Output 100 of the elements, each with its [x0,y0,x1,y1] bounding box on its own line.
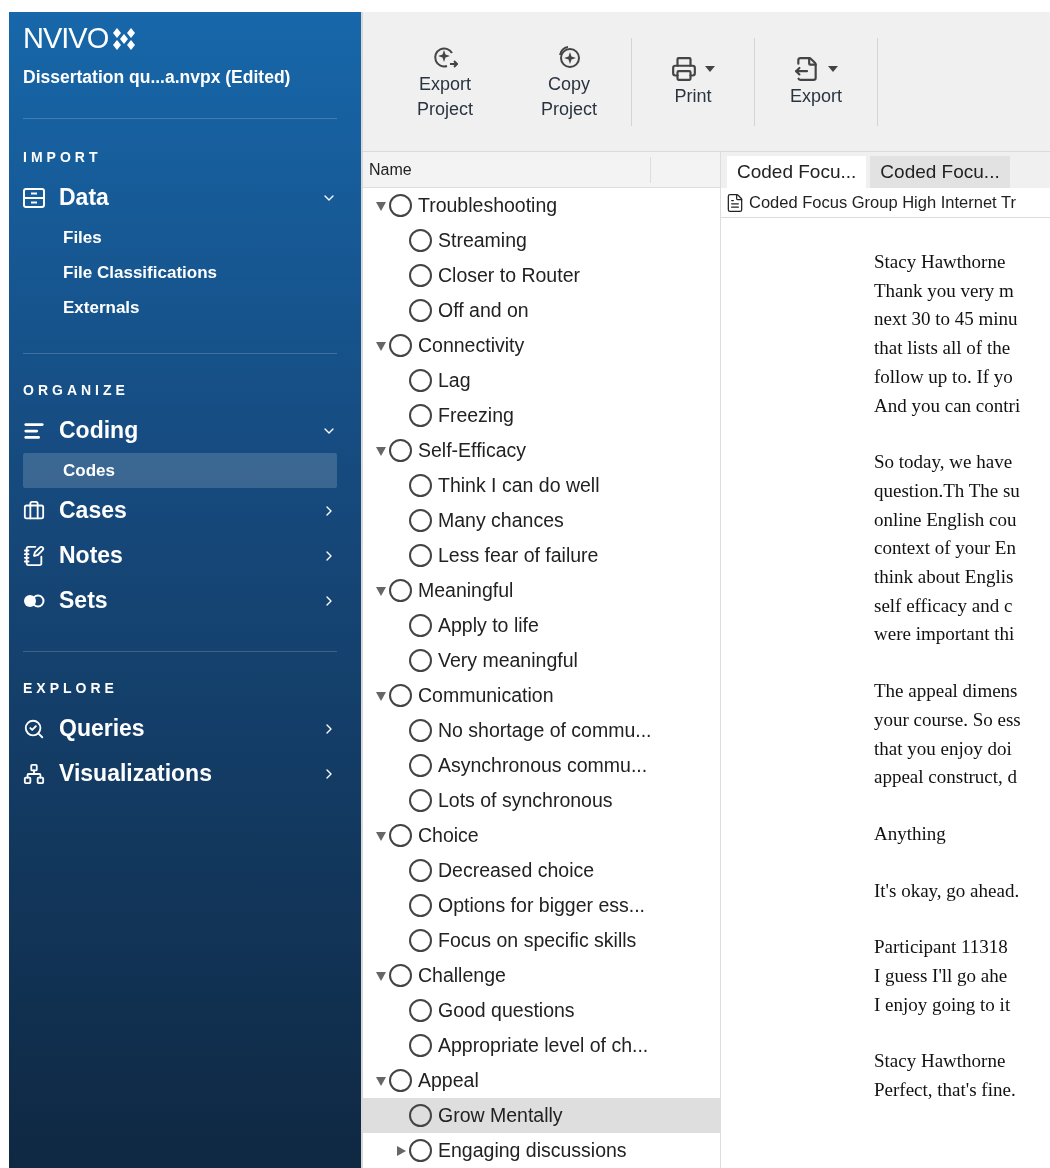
code-row[interactable]: Decreased choice [363,853,720,888]
nav-item[interactable]: Coding [23,408,337,453]
nav-subitem[interactable]: File Classifications [23,255,337,290]
transcript-paragraph: Participant 11318 I guess I'll go ahe I enjoy going to it [874,935,1012,1017]
code-row[interactable]: Options for bigger ess... [363,888,720,923]
code-row[interactable]: Apply to life [363,608,720,643]
caret-icon [828,66,838,72]
nav-subitem[interactable]: Externals [23,290,337,325]
code-name: Think I can do well [438,474,600,497]
search-icon [23,717,45,740]
toolbar-button[interactable]: Print [632,54,754,109]
expanded-triangle-icon[interactable] [375,339,387,352]
expanded-triangle-icon[interactable] [375,969,387,982]
code-name: Focus on specific skills [438,929,637,952]
nav-subitem[interactable]: Codes [23,453,337,488]
document-tab[interactable]: Coded Focu... [727,156,867,188]
code-row[interactable]: Closer to Router [363,258,720,293]
code-name: Appeal [418,1069,479,1092]
code-row[interactable]: Challenge [363,958,720,993]
drawer-icon [23,187,45,208]
code-circle-icon [409,1104,432,1127]
code-circle-icon [409,789,432,812]
code-row[interactable]: Many chances [363,503,720,538]
transcript-paragraph: So today, we have question.Th The su online English cou context of your En think about Englis self efficacy and c were important thi [874,450,1021,647]
nav-item[interactable]: Queries [23,706,337,751]
code-name: Communication [418,684,554,707]
code-circle-icon [409,404,432,427]
collapsed-triangle-icon[interactable] [395,1144,407,1157]
code-row[interactable]: Choice [363,818,720,853]
toolbar-button[interactable]: Export Project [383,41,507,122]
code-row[interactable]: Think I can do well [363,468,720,503]
code-row[interactable]: Troubleshooting [363,188,720,223]
code-circle-icon [409,999,432,1022]
network-icon [23,762,45,785]
code-row[interactable]: Appeal [363,1063,720,1098]
export-icon [794,56,820,82]
code-circle-icon [389,194,412,217]
code-row[interactable]: Freezing [363,398,720,433]
project-title: Dissertation qu...a.nvpx (Edited) [23,67,292,88]
code-name: Options for bigger ess... [438,894,646,917]
toolbar-button[interactable]: Copy Project [507,41,631,122]
briefcase-icon [23,499,45,522]
code-row[interactable]: No shortage of commu... [363,713,720,748]
code-row[interactable]: Appropriate level of ch... [363,1028,720,1063]
code-circle-icon [409,509,432,532]
code-circle-icon [409,229,432,252]
expanded-triangle-icon[interactable] [375,1074,387,1087]
code-row[interactable]: Focus on specific skills [363,923,720,958]
code-row[interactable]: Very meaningful [363,643,720,678]
code-row[interactable]: Connectivity [363,328,720,363]
nav-item[interactable]: Data [23,175,337,220]
code-name: Streaming [438,229,527,252]
code-name: Grow Mentally [438,1104,563,1127]
code-name: Closer to Router [438,264,580,287]
code-row[interactable]: Streaming [363,223,720,258]
code-row[interactable]: Meaningful [363,573,720,608]
code-row[interactable]: Less fear of failure [363,538,720,573]
code-name: No shortage of commu... [438,719,652,742]
code-row[interactable]: Off and on [363,293,720,328]
expanded-triangle-icon[interactable] [375,584,387,597]
code-row[interactable]: Self-Efficacy [363,433,720,468]
transcript-paragraph: It's okay, go ahead. [874,878,1021,903]
nav-subitem[interactable]: Files [23,220,337,255]
logo: NVIVO [23,22,109,55]
code-name: Asynchronous commu... [438,754,648,777]
code-name: Choice [418,824,479,847]
notes-icon [23,544,45,567]
document-path: Coded Focus Group High Internet Tr [749,193,1016,212]
expanded-triangle-icon[interactable] [375,199,387,212]
code-name: Apply to life [438,614,539,637]
nav-item[interactable]: Notes [23,533,337,578]
code-circle-icon [389,964,412,987]
diamonds-icon [111,27,138,50]
code-row[interactable]: Lots of synchronous [363,783,720,818]
code-row[interactable]: Lag [363,363,720,398]
code-row[interactable]: Asynchronous commu... [363,748,720,783]
code-name: Lots of synchronous [438,789,613,812]
expanded-triangle-icon[interactable] [375,829,387,842]
code-circle-icon [409,614,432,637]
code-circle-icon [389,439,412,462]
nav-item[interactable]: Sets [23,578,337,623]
code-row[interactable]: Communication [363,678,720,713]
printer-icon [671,56,697,82]
document-tab[interactable]: Coded Focu... [870,156,1010,188]
code-row[interactable]: Grow Mentally [363,1098,720,1133]
code-name: Connectivity [418,334,525,357]
section-heading: IMPORT [23,149,103,165]
nav-item[interactable]: Visualizations [23,751,337,796]
caret-icon [705,66,715,72]
code-circle-icon [409,754,432,777]
expanded-triangle-icon[interactable] [375,444,387,457]
code-row[interactable]: Good questions [363,993,720,1028]
nav-item[interactable]: Cases [23,488,337,533]
expanded-triangle-icon[interactable] [375,689,387,702]
toolbar-button[interactable]: Export [755,54,877,109]
code-name: Challenge [418,964,506,987]
code-row[interactable]: Engaging discussions [363,1133,720,1168]
code-name: Decreased choice [438,859,595,882]
code-name: Engaging discussions [438,1139,627,1162]
sets-icon [23,593,45,608]
